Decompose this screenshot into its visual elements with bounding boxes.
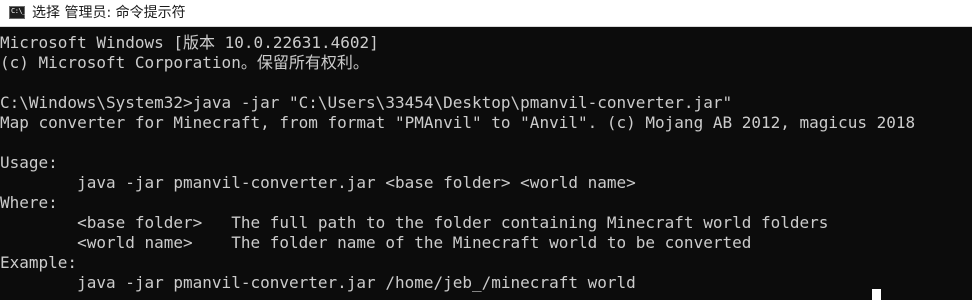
console-line: java -jar pmanvil-converter.jar /home/je… xyxy=(0,273,636,292)
console-line: (c) Microsoft Corporation。保留所有权利。 xyxy=(0,53,369,72)
cmd-icon[interactable]: C:\_ xyxy=(9,6,26,19)
console-line: Microsoft Windows [版本 10.0.22631.4602] xyxy=(0,33,379,52)
cmd-icon-glyph: C:\_ xyxy=(11,7,26,15)
console-line: <world name> The folder name of the Mine… xyxy=(0,233,752,252)
text-cursor xyxy=(872,289,881,300)
title-bar[interactable]: C:\_ 选择 管理员: 命令提示符 xyxy=(0,0,972,27)
command-prompt-window: C:\_ 选择 管理员: 命令提示符 Microsoft Windows [版本… xyxy=(0,0,972,300)
console-line: Usage: xyxy=(0,153,58,172)
console-output[interactable]: Microsoft Windows [版本 10.0.22631.4602] (… xyxy=(0,33,972,300)
console-line: C:\Windows\System32>java -jar "C:\Users\… xyxy=(0,93,733,112)
console-line: Map converter for Minecraft, from format… xyxy=(0,113,916,132)
console-line: <base folder> The full path to the folde… xyxy=(0,213,829,232)
window-title: 选择 管理员: 命令提示符 xyxy=(32,5,186,21)
console-line: java -jar pmanvil-converter.jar <base fo… xyxy=(0,173,636,192)
console-line: Where: xyxy=(0,193,58,212)
console-line: Example: xyxy=(0,253,78,272)
